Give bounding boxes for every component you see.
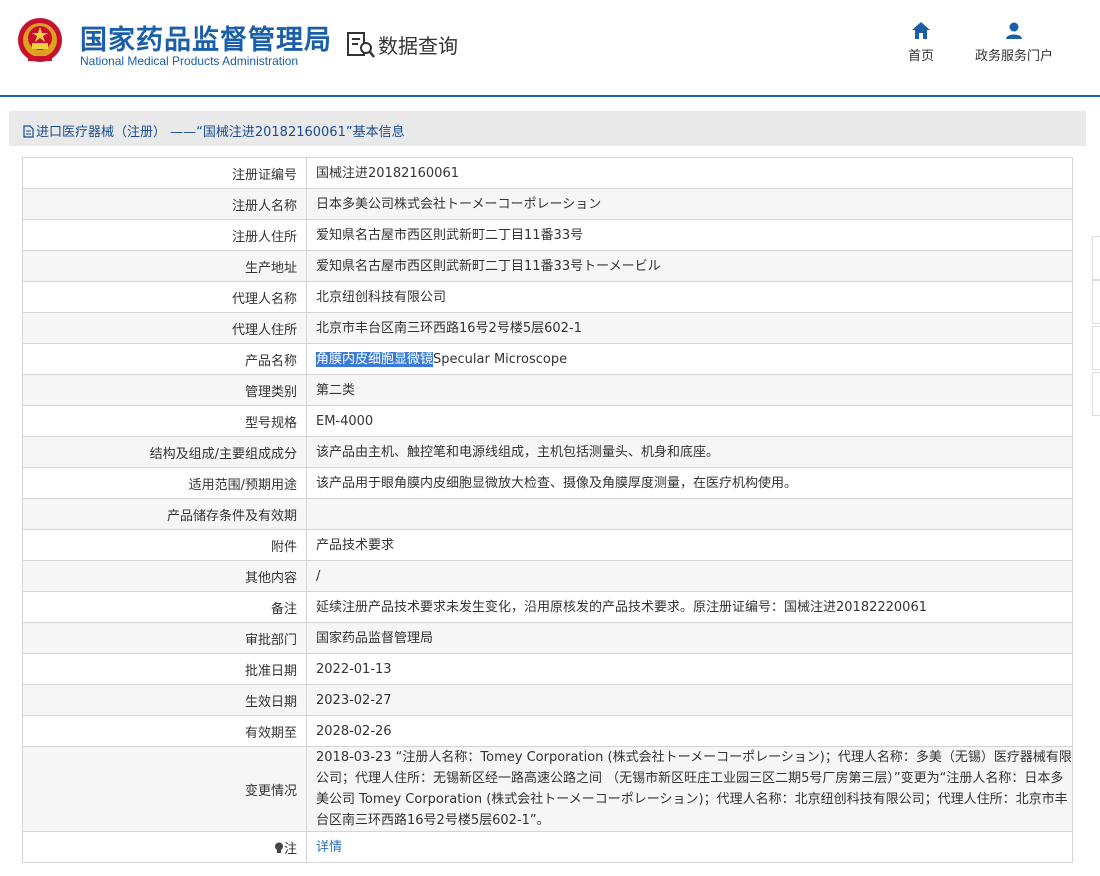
field-value: 该产品由主机、触控笔和电源线组成，主机包括测量头、机身和底座。 <box>306 436 1073 468</box>
table-row: 生效日期 2023-02-27 <box>22 684 1073 716</box>
field-value: 爱知県名古屋市西区則武新町二丁目11番33号トーメービル <box>306 250 1073 282</box>
data-query-icon <box>347 32 375 58</box>
field-label: 审批部门 <box>22 622 307 654</box>
table-row: 注册人住所 爱知県名古屋市西区則武新町二丁目11番33号 <box>22 219 1073 251</box>
field-label: 变更情况 <box>22 746 307 832</box>
field-label: 代理人名称 <box>22 281 307 313</box>
detail-panel: 注册证编号 国械注进20182160061 注册人名称 日本多美公司株式会社トー… <box>9 146 1086 876</box>
nav-service-portal-label: 政务服务门户 <box>975 49 1054 64</box>
table-row: 批准日期 2022-01-13 <box>22 653 1073 685</box>
table-row: 管理类别 第二类 <box>22 374 1073 406</box>
table-row: 注 详情 <box>22 831 1073 863</box>
field-label: 备注 <box>22 591 307 623</box>
field-value: 详情 <box>306 831 1073 863</box>
breadcrumb-bar: 进口医疗器械（注册） ——“国械注进20182160061”基本信息 <box>9 111 1086 146</box>
product-name-en: Specular Microscope <box>433 351 568 367</box>
table-row: 有效期至 2028-02-26 <box>22 715 1073 747</box>
table-row: 其他内容 / <box>22 560 1073 592</box>
field-label: 有效期至 <box>22 715 307 747</box>
header-divider <box>0 95 1100 97</box>
table-row: 型号规格 EM-4000 <box>22 405 1073 437</box>
table-row: 附件 产品技术要求 <box>22 529 1073 561</box>
field-label: 注册人名称 <box>22 188 307 220</box>
side-widget[interactable] <box>1092 326 1100 370</box>
table-row: 结构及组成/主要组成成分 该产品由主机、触控笔和电源线组成，主机包括测量头、机身… <box>22 436 1073 468</box>
selected-text: 角膜内皮细胞显微镜 <box>316 351 434 367</box>
nav-home[interactable]: 首页 <box>908 22 934 64</box>
field-label: 适用范围/预期用途 <box>22 467 307 499</box>
site-logo-subtitle[interactable]: National Medical Products Administration <box>80 54 298 68</box>
change-history-value: 2018-03-23 “注册人名称：Tomey Corporation (株式会… <box>306 746 1073 832</box>
field-value: 第二类 <box>306 374 1073 406</box>
home-icon <box>912 22 930 39</box>
field-label: 生效日期 <box>22 684 307 716</box>
table-row: 备注 延续注册产品技术要求未发生变化，沿用原核发的产品技术要求。原注册证编号：国… <box>22 591 1073 623</box>
breadcrumb: 进口医疗器械（注册） ——“国械注进20182160061”基本信息 <box>23 121 405 140</box>
field-label: 结构及组成/主要组成成分 <box>22 436 307 468</box>
field-value: 该产品用于眼角膜内皮细胞显微放大检查、摄像及角膜厚度测量，在医疗机构使用。 <box>306 467 1073 499</box>
document-icon <box>23 125 34 138</box>
table-row: 产品名称 角膜内皮细胞显微镜Specular Microscope <box>22 343 1073 375</box>
field-value: 日本多美公司株式会社トーメーコーポレーション <box>306 188 1073 220</box>
field-value: 2022-01-13 <box>306 653 1073 685</box>
table-row: 审批部门 国家药品监督管理局 <box>22 622 1073 654</box>
site-header: 国家药品监督管理局 National Medical Products Admi… <box>0 0 1100 95</box>
user-icon <box>1006 22 1022 39</box>
table-row: 注册证编号 国械注进20182160061 <box>22 157 1073 189</box>
field-label: 产品名称 <box>22 343 307 375</box>
product-name-value: 角膜内皮细胞显微镜Specular Microscope <box>306 343 1073 375</box>
field-value: 2028-02-26 <box>306 715 1073 747</box>
field-label: 附件 <box>22 529 307 561</box>
table-row: 注册人名称 日本多美公司株式会社トーメーコーポレーション <box>22 188 1073 220</box>
note-label-cell: 注 <box>22 831 307 863</box>
field-value: / <box>306 560 1073 592</box>
field-value: 北京市丰台区南三环西路16号2号楼5层602-1 <box>306 312 1073 344</box>
table-row: 适用范围/预期用途 该产品用于眼角膜内皮细胞显微放大检查、摄像及角膜厚度测量，在… <box>22 467 1073 499</box>
field-label: 生产地址 <box>22 250 307 282</box>
section-title: 数据查询 <box>378 34 458 58</box>
side-widget[interactable] <box>1092 236 1100 280</box>
table-row: 产品储存条件及有效期 <box>22 498 1073 530</box>
field-label: 其他内容 <box>22 560 307 592</box>
field-value: 产品技术要求 <box>306 529 1073 561</box>
field-value: 国家药品监督管理局 <box>306 622 1073 654</box>
field-label: 管理类别 <box>22 374 307 406</box>
field-value: 爱知県名古屋市西区則武新町二丁目11番33号 <box>306 219 1073 251</box>
nav-home-label: 首页 <box>908 49 935 64</box>
field-label: 批准日期 <box>22 653 307 685</box>
table-row: 生产地址 爱知県名古屋市西区則武新町二丁目11番33号トーメービル <box>22 250 1073 282</box>
field-label: 注册证编号 <box>22 157 307 189</box>
national-emblem-icon <box>18 18 62 62</box>
details-link[interactable]: 详情 <box>316 840 342 855</box>
side-widget[interactable] <box>1092 280 1100 324</box>
field-value: 国械注进20182160061 <box>306 157 1073 189</box>
side-widget[interactable] <box>1092 372 1100 416</box>
table-row: 代理人名称 北京纽创科技有限公司 <box>22 281 1073 313</box>
field-label: 型号规格 <box>22 405 307 437</box>
nav-service-portal[interactable]: 政务服务门户 <box>975 22 1053 64</box>
field-value: 延续注册产品技术要求未发生变化，沿用原核发的产品技术要求。原注册证编号：国械注进… <box>306 591 1073 623</box>
field-value: 北京纽创科技有限公司 <box>306 281 1073 313</box>
bulb-icon <box>274 842 283 853</box>
site-logo-title[interactable]: 国家药品监督管理局 <box>80 18 332 57</box>
field-value: 2023-02-27 <box>306 684 1073 716</box>
breadcrumb-text: 进口医疗器械（注册） ——“国械注进20182160061”基本信息 <box>36 125 405 140</box>
note-label: 注 <box>283 841 297 857</box>
field-label: 产品储存条件及有效期 <box>22 498 307 530</box>
field-label: 代理人住所 <box>22 312 307 344</box>
field-value: EM-4000 <box>306 405 1073 437</box>
field-value <box>306 498 1073 530</box>
table-row: 变更情况 2018-03-23 “注册人名称：Tomey Corporation… <box>22 746 1073 832</box>
table-row: 代理人住所 北京市丰台区南三环西路16号2号楼5层602-1 <box>22 312 1073 344</box>
field-label: 注册人住所 <box>22 219 307 251</box>
info-table: 注册证编号 国械注进20182160061 注册人名称 日本多美公司株式会社トー… <box>22 157 1073 863</box>
